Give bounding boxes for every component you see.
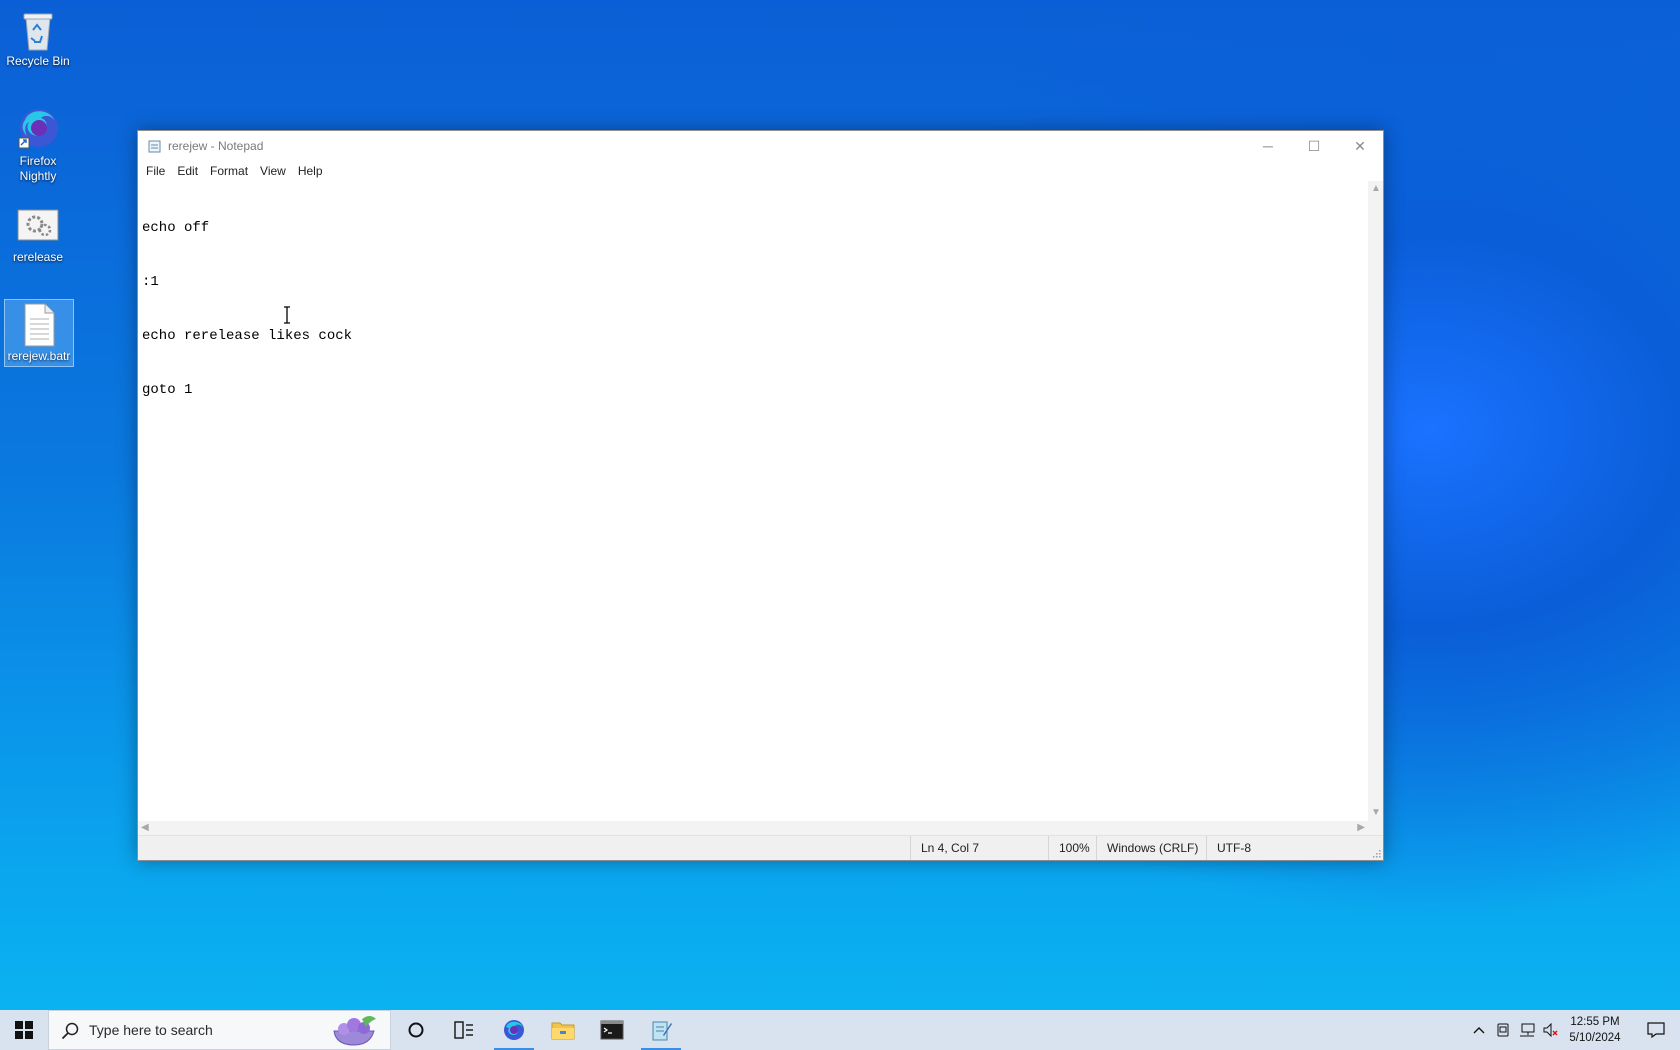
desktop-icon-recycle-bin[interactable]: Recycle Bin — [4, 8, 72, 69]
search-box[interactable]: Type here to search — [48, 1010, 391, 1050]
notification-icon — [1647, 1022, 1665, 1038]
menu-edit[interactable]: Edit — [175, 164, 206, 178]
scroll-up-icon[interactable]: ▲ — [1371, 184, 1381, 194]
notifications-button[interactable] — [1636, 1010, 1676, 1050]
notepad-window[interactable]: rerejew - Notepad ─ ☐ ✕ File Edit Format… — [137, 130, 1384, 861]
menu-view[interactable]: View — [258, 164, 294, 178]
menu-help[interactable]: Help — [296, 164, 331, 178]
menu-bar: File Edit Format View Help — [138, 161, 1383, 181]
clock-time: 12:55 PM — [1570, 1016, 1620, 1028]
recycle-bin-icon — [23, 13, 53, 51]
batch-file-icon — [17, 209, 59, 241]
editor-line: goto 1 — [142, 382, 193, 398]
notepad-icon — [148, 140, 161, 153]
taskbar-file-explorer[interactable] — [539, 1010, 587, 1050]
close-button[interactable]: ✕ — [1337, 131, 1383, 161]
taskbar-firefox[interactable] — [490, 1010, 538, 1050]
clock[interactable]: 12:55 PM 5/10/2024 — [1558, 1014, 1632, 1046]
line-endings: Windows (CRLF) — [1096, 836, 1207, 860]
taskbar-notepad[interactable] — [637, 1010, 685, 1050]
terminal-icon — [600, 1020, 624, 1040]
text-editor[interactable]: echo off :1 echo rerelease likes cock go… — [138, 181, 1368, 821]
desktop-icon-label: Firefox Nightly — [19, 154, 57, 183]
cortana-button[interactable] — [392, 1010, 440, 1050]
scroll-down-icon[interactable]: ▼ — [1371, 808, 1381, 818]
search-placeholder: Type here to search — [89, 1022, 213, 1038]
encoding: UTF-8 — [1206, 836, 1297, 860]
windows-logo-icon — [15, 1021, 33, 1039]
minimize-icon: ─ — [1263, 138, 1273, 154]
text-cursor-icon — [284, 306, 290, 324]
cursor-position: Ln 4, Col 7 — [910, 836, 1049, 860]
search-highlight-icon — [333, 1016, 376, 1046]
scroll-left-icon[interactable]: ◀ — [141, 823, 149, 833]
menu-format[interactable]: Format — [208, 164, 256, 178]
clock-date: 5/10/2024 — [1569, 1032, 1621, 1044]
taskbar: Type here to search 12:55 PM 5/10/2024 — [0, 1010, 1680, 1050]
editor-line: echo rerelease likes cock — [142, 328, 353, 344]
desktop-icon-firefox-nightly[interactable]: Firefox Nightly — [4, 104, 72, 184]
editor-line: :1 — [142, 274, 159, 290]
zoom-level: 100% — [1048, 836, 1097, 860]
horizontal-scrollbar[interactable]: ◀ ▶ — [138, 821, 1368, 836]
network-button[interactable] — [1516, 1010, 1538, 1050]
title-bar[interactable]: rerejew - Notepad ─ ☐ ✕ — [138, 131, 1383, 161]
desktop-icon-label: Recycle Bin — [6, 54, 70, 68]
editor-line: echo off — [142, 220, 210, 236]
desktop-icon-rerejew-batr[interactable]: rerejew.batr — [4, 299, 74, 367]
tray-device-button[interactable] — [1492, 1010, 1514, 1050]
status-bar: Ln 4, Col 7 100% Windows (CRLF) UTF-8 — [138, 835, 1383, 860]
scrollbar-corner — [1368, 821, 1383, 836]
vertical-scrollbar[interactable]: ▲ ▼ — [1368, 181, 1383, 821]
desktop-icon-rerelease[interactable]: rerelease — [4, 208, 72, 265]
start-button[interactable] — [0, 1010, 48, 1050]
show-hidden-icons-button[interactable] — [1468, 1010, 1490, 1050]
device-icon — [1497, 1023, 1509, 1037]
maximize-button[interactable]: ☐ — [1291, 131, 1337, 161]
maximize-icon: ☐ — [1307, 137, 1321, 154]
menu-file[interactable]: File — [144, 164, 173, 178]
notepad-icon — [652, 1021, 672, 1041]
task-view-button[interactable] — [440, 1010, 488, 1050]
close-icon: ✕ — [1354, 137, 1366, 154]
taskbar-terminal[interactable] — [588, 1010, 636, 1050]
volume-muted-icon — [1543, 1023, 1558, 1037]
firefox-nightly-icon — [18, 109, 58, 149]
window-title: rerejew - Notepad — [168, 139, 264, 153]
file-explorer-icon — [551, 1022, 575, 1040]
desktop-icon-label: rerelease — [12, 250, 64, 264]
cortana-icon — [408, 1022, 424, 1038]
scroll-right-icon[interactable]: ▶ — [1357, 823, 1365, 833]
search-icon — [61, 1022, 79, 1040]
minimize-button[interactable]: ─ — [1245, 131, 1291, 161]
chevron-up-icon — [1473, 1027, 1485, 1034]
resize-grip-icon[interactable] — [1371, 848, 1381, 858]
task-view-icon — [454, 1021, 473, 1039]
network-icon — [1520, 1023, 1535, 1037]
desktop-icon-label: rerejew.batr — [7, 349, 71, 363]
text-file-icon — [24, 303, 55, 347]
firefox-icon — [504, 1020, 524, 1040]
